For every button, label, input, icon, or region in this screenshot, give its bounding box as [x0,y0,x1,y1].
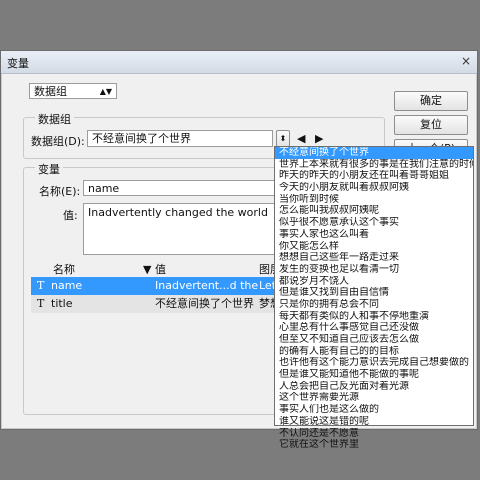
variable-name-select[interactable]: name [83,180,283,196]
name-field-label: 名称(E): [39,185,81,198]
dropdown-option[interactable]: 这个世界需要光源 [275,392,473,404]
dataset-dropdown-button[interactable]: ⬍ [276,130,290,147]
table-row[interactable]: T name Inadvertent...d the world Let t [31,277,283,310]
dropdown-option[interactable]: 不认同还是不愿意 [275,428,473,440]
value-textarea[interactable]: Inadvertently changed the world [83,203,283,255]
close-icon[interactable]: × [459,54,473,68]
dataset-dropdown-list[interactable]: 不经意间换了个世界世界上本来就有很多的事是在我们注意的时候发生昨天的昨天的小朋友… [274,146,474,450]
dropdown-option[interactable]: 心里总有什么事感觉自己还没做 [275,322,473,334]
dropdown-option[interactable]: 当你听到时候 [275,194,473,206]
dropdown-option[interactable]: 都说岁月不饶人 [275,276,473,288]
dropdown-option[interactable]: 事实人家也这么叫着 [275,229,473,241]
dataset-field-value: 不经意间换了个世界 [92,132,191,145]
dropdown-option[interactable]: 但是谁又找到自由自信情 [275,287,473,299]
dropdown-option[interactable]: 不经意间换了个世界 [275,147,473,159]
row-name: title [51,297,73,310]
dropdown-option[interactable]: 也许他有这个能力意识去完成自己想要做的 [275,357,473,369]
top-mode-select-value: 数据组 [34,85,67,98]
variables-group-label: 变量 [35,161,63,177]
next-arrow-icon[interactable]: ▶ [315,132,323,145]
dropdown-option[interactable]: 但是谁又能知道他不能做的事呢 [275,369,473,381]
value-field-label: 值: [63,209,78,222]
table-row[interactable]: T title 不经意间换了个世界 梦想 [31,295,283,313]
value-textarea-text: Inadvertently changed the world [88,206,268,219]
text-layer-icon: T [37,279,45,292]
dropdown-option[interactable]: 似乎很不愿意承认这个事实 [275,217,473,229]
dropdown-option[interactable]: 每天都有类似的人和事不停地重演 [275,311,473,323]
dropdown-option[interactable]: 事实人们也是这么做的 [275,404,473,416]
dropdown-option[interactable]: 只是你的拥有总会不同 [275,299,473,311]
text-layer-icon: T [37,297,45,310]
top-mode-select[interactable]: 数据组 ▲▼ [29,83,117,99]
dropdown-option[interactable]: 发生的变换也足以看清一切 [275,264,473,276]
previous-arrow-icon[interactable]: ◀ [297,132,305,145]
dropdown-option[interactable]: 怎么能叫我叔叔阿姨呢 [275,205,473,217]
ok-button[interactable]: 确定 [394,91,468,111]
dialog-title: 变量 [7,57,29,70]
dropdown-option[interactable]: 你又能怎么样 [275,241,473,253]
dataset-field-label: 数据组(D): [31,135,85,148]
row-name: name [51,279,83,292]
dataset-field[interactable]: 不经意间换了个世界 [87,130,273,147]
dropdown-option[interactable]: 但至又不知道自己应该去怎么做 [275,334,473,346]
title-bar[interactable]: 变量 × [1,51,477,74]
chevron-up-down-icon: ▲▼ [99,87,112,96]
chevron-up-down-icon: ⬍ [279,134,287,143]
dropdown-option[interactable]: 的确有人能有自己的的目标 [275,346,473,358]
dropdown-option[interactable]: 谁又能说这是错的呢 [275,416,473,428]
variable-name-value: name [88,182,120,195]
dropdown-option[interactable]: 人总会把自己反光面对着光源 [275,381,473,393]
dropdown-option[interactable]: 世界上本来就有很多的事是在我们注意的时候发生 [275,159,473,171]
dropdown-option[interactable]: 今天的小朋友就叫着叔叔阿姨 [275,182,473,194]
dropdown-option[interactable]: 它就在这个世界里 [275,439,473,451]
datasets-group-label: 数据组 [35,111,74,127]
reset-button[interactable]: 复位 [394,115,468,135]
dropdown-option[interactable]: 昨天的昨天的小朋友还在叫着哥哥姐姐 [275,170,473,182]
dropdown-option[interactable]: 想想自己这些年一路走过来 [275,252,473,264]
row-value: 不经意间换了个世界 [155,297,254,310]
